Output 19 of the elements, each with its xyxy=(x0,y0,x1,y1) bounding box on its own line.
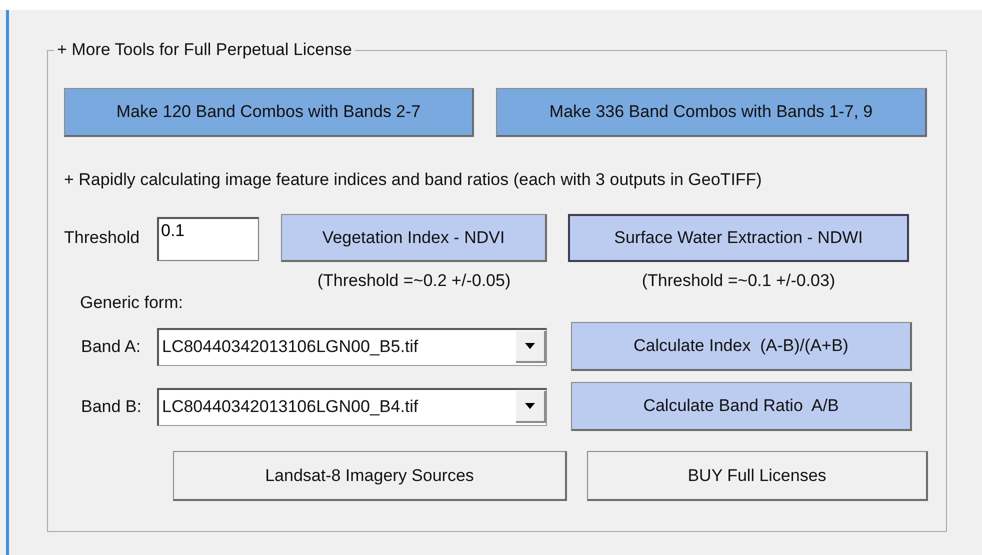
band-dropdown[interactable]: LC80440342013106LGN00_B5.tif xyxy=(157,328,547,366)
link-button[interactable]: Landsat-8 Imagery Sources xyxy=(173,451,567,501)
generic-form-label: Generic form: xyxy=(80,293,184,313)
threshold-note: (Threshold =~0.2 +/-0.05) xyxy=(317,271,511,291)
band-label: Band A: xyxy=(80,336,142,356)
link-button[interactable]: BUY Full Licenses xyxy=(587,451,928,501)
combo-button[interactable]: Make 336 Band Combos with Bands 1-7, 9 xyxy=(496,88,927,137)
threshold-note: (Threshold =~0.1 +/-0.03) xyxy=(642,271,836,291)
threshold-field[interactable]: 0.1 xyxy=(157,217,259,261)
description-text: + Rapidly calculating image feature indices and band ratios (each with 3 outputs in GeoTIFF) xyxy=(64,170,763,190)
threshold-label: Threshold xyxy=(64,227,141,248)
group-title: + More Tools for Full Perpetual License xyxy=(54,40,355,60)
index-button[interactable]: Surface Water Extraction - NDWI xyxy=(568,214,909,262)
calculate-button[interactable]: Calculate Band Ratio A/B xyxy=(571,382,912,431)
calculate-button[interactable]: Calculate Index (A-B)/(A+B) xyxy=(571,322,912,371)
combo-button[interactable]: Make 120 Band Combos with Bands 2-7 xyxy=(64,88,474,137)
band-dropdown[interactable]: LC80440342013106LGN00_B4.tif xyxy=(157,388,547,426)
index-button[interactable]: Vegetation Index - NDVI xyxy=(281,214,547,262)
band-label: Band B: xyxy=(80,396,142,416)
